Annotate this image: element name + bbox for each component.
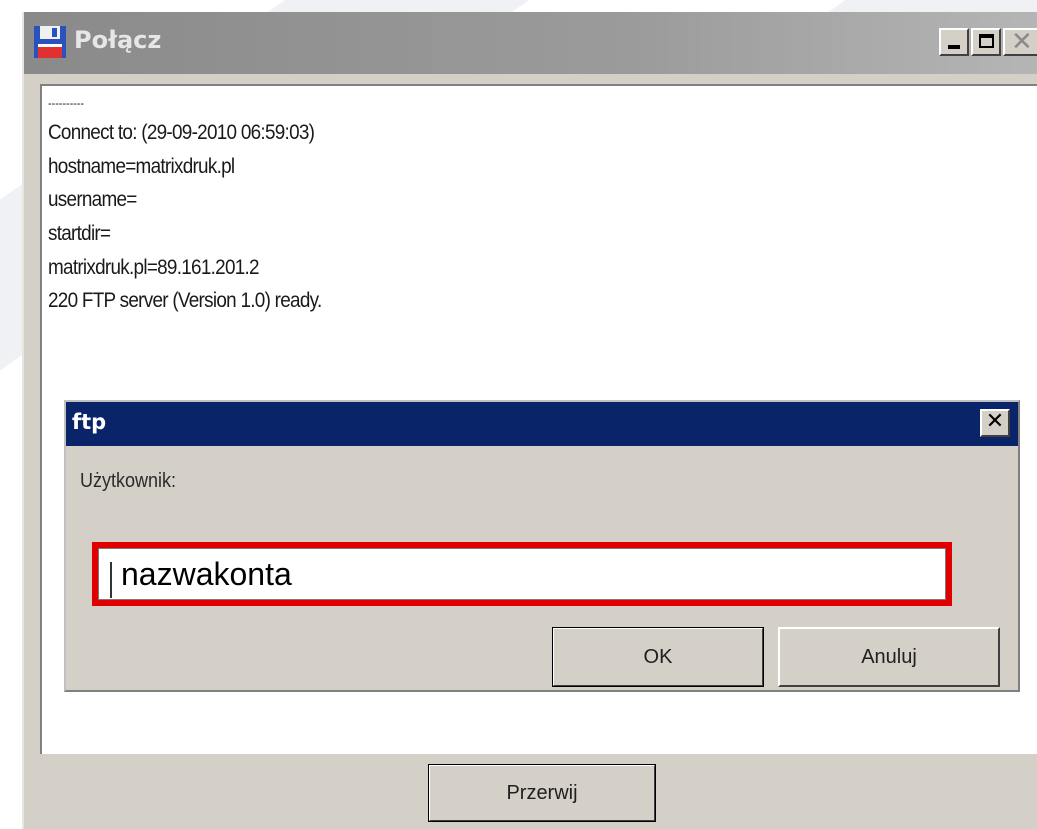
ftp-dialog-title-bar[interactable]: ftp ✕ (66, 402, 1018, 446)
ftp-login-dialog: ftp ✕ Użytkownik: nazwakonta OK Anuluj (64, 400, 1020, 692)
username-input[interactable]: nazwakonta (98, 548, 946, 600)
close-icon: ✕ (1011, 27, 1033, 57)
window-title: Połącz (74, 26, 162, 54)
connect-window: Połącz ✕ ---------- Connect to: (29-09-2… (22, 12, 1037, 829)
close-icon: ✕ (985, 409, 1005, 434)
abort-button[interactable]: Przerwij (428, 764, 656, 822)
maximize-icon (979, 34, 994, 48)
minimize-button[interactable] (939, 28, 969, 56)
window-close-button[interactable]: ✕ (1003, 27, 1037, 57)
log-line: matrixdruk.pl=89.161.201.2 (48, 255, 260, 279)
log-lines: ---------- Connect to: (29-09-2010 06:59… (48, 92, 352, 318)
floppy-disk-icon (34, 26, 66, 58)
cancel-button[interactable]: Anuluj (778, 627, 1000, 687)
ok-button[interactable]: OK (552, 627, 764, 687)
maximize-button[interactable] (971, 28, 1001, 56)
ftp-dialog-close-button[interactable]: ✕ (980, 409, 1010, 437)
username-label: Użytkownik: (80, 470, 177, 492)
log-line: startdir= (48, 222, 111, 246)
minimize-icon (948, 45, 960, 49)
log-line: Connect to: (29-09-2010 06:59:03) (48, 121, 315, 144)
window-title-bar[interactable]: Połącz ✕ (24, 12, 1037, 74)
text-caret (110, 562, 112, 598)
log-line: hostname=matrixdruk.pl (48, 154, 235, 178)
log-line: username= (48, 188, 137, 212)
log-separator: ---------- (48, 96, 84, 110)
ftp-dialog-title: ftp (72, 410, 107, 434)
log-line: 220 FTP server (Version 1.0) ready. (48, 289, 322, 313)
